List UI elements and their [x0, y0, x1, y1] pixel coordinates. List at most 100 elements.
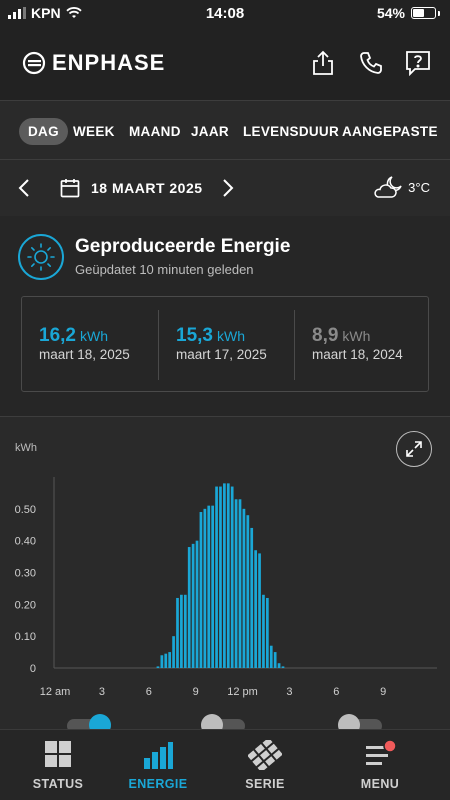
chart-bar — [168, 652, 172, 668]
energy-summary-panel: Geproduceerde Energie Geüpdatet 10 minut… — [0, 216, 450, 416]
chart-bar — [180, 594, 183, 668]
chart-bar — [254, 550, 257, 668]
calendar-icon[interactable] — [60, 178, 80, 198]
chart-bar — [269, 645, 273, 668]
chevron-left-icon — [18, 179, 29, 197]
nav-status[interactable]: STATUS — [2, 730, 114, 800]
nav-label: STATUS — [32, 777, 84, 791]
stat-date: maart 17, 2025 — [176, 347, 267, 362]
selected-date[interactable]: 18 MAART 2025 — [91, 180, 203, 196]
stat-unit: kWh — [79, 328, 108, 344]
status-bar: KPN 14:08 54% — [0, 0, 450, 26]
chart-bar — [246, 515, 250, 668]
enphase-logo: ENPHASE — [22, 50, 165, 76]
x-tick-label: 6 — [333, 686, 339, 698]
chart-bar — [230, 486, 234, 668]
menu-icon — [366, 740, 397, 765]
x-tick-label: 6 — [146, 686, 152, 698]
bar-chart-icon — [144, 742, 173, 769]
help-icon[interactable] — [403, 48, 433, 78]
chart-bar — [262, 594, 265, 668]
panel-title: Geproduceerde Energie — [75, 236, 291, 257]
stat-date: maart 18, 2024 — [312, 347, 403, 362]
stat-value: 8,9 kWh — [312, 325, 370, 347]
chart-bar — [211, 505, 215, 668]
chart-bar — [172, 636, 175, 668]
chart-bar — [195, 540, 199, 668]
tab-week[interactable]: WEEK — [73, 118, 115, 145]
y-axis-label: kWh — [15, 442, 37, 454]
panel-subtitle: Geüpdatet 10 minuten geleden — [75, 262, 254, 277]
nav-serie[interactable]: SERIE — [209, 730, 321, 800]
stat-unit: kWh — [342, 328, 371, 344]
nav-label: SERIE — [245, 777, 285, 791]
battery-fill — [413, 9, 424, 17]
nav-label: MENU — [360, 777, 400, 791]
tab-aangepaste[interactable]: AANGEPASTE — [342, 118, 438, 145]
nav-label: ENERGIE — [128, 777, 188, 791]
chart-bar — [273, 652, 277, 668]
chart-bar — [187, 547, 191, 668]
battery-icon — [411, 7, 436, 19]
stat-value: 16,2 kWh — [39, 325, 108, 347]
tab-levensduur[interactable]: LEVENSDUUR — [243, 118, 339, 145]
x-tick-label: 9 — [193, 686, 199, 698]
nav-menu[interactable]: MENU — [324, 730, 436, 800]
stat-value: 15,3 kWh — [176, 325, 245, 347]
production-chart: kWh 0 0.10 0.20 0.30 0.40 0.50 12 am 3 6 9 12 pm 3 6 9 — [15, 442, 437, 698]
x-tick-label: 12 pm — [227, 686, 258, 698]
bottom-navigation: STATUS ENERGIE SERIE MENU — [0, 729, 450, 800]
chart-bar — [226, 483, 230, 668]
grid-icon — [45, 741, 71, 767]
chart-bar — [250, 527, 254, 668]
battery-nub — [438, 10, 440, 16]
y-tick-label: 0 — [30, 663, 36, 675]
stat-unit: kWh — [216, 328, 245, 344]
battery-group: 54% — [377, 5, 440, 21]
weather: 3°C — [372, 174, 430, 200]
tab-maand[interactable]: MAAND — [129, 118, 181, 145]
chart-bar — [164, 653, 168, 668]
stat-number: 16,2 — [39, 325, 76, 346]
x-tick-label: 3 — [99, 686, 105, 698]
enphase-logo-icon — [22, 51, 46, 75]
tab-dag[interactable]: DAG — [19, 118, 68, 145]
chart-bar — [238, 499, 242, 668]
chart-bar — [207, 505, 211, 668]
stat-number: 8,9 — [312, 325, 339, 346]
x-tick-label: 3 — [286, 686, 292, 698]
chart-bar — [219, 486, 222, 668]
stat-separator — [294, 310, 295, 380]
share-icon[interactable] — [308, 48, 338, 78]
chart-bar — [183, 594, 187, 668]
brand-name: ENPHASE — [52, 50, 166, 75]
date-navigator: 18 MAART 2025 3°C — [0, 160, 450, 216]
chart-bar — [191, 543, 195, 668]
chevron-right-icon — [223, 179, 234, 197]
chart-bar — [258, 553, 261, 668]
previous-day-button[interactable] — [14, 176, 34, 200]
nav-energie[interactable]: ENERGIE — [102, 730, 214, 800]
chart-bar — [223, 483, 226, 668]
chart-bar — [277, 663, 281, 668]
partly-cloudy-night-icon — [374, 176, 402, 198]
chart-bar — [215, 486, 218, 668]
battery-percent: 54% — [376, 5, 405, 21]
chart-bar — [203, 508, 207, 668]
phone-icon[interactable] — [356, 48, 386, 78]
stats-box: 16,2 kWh maart 18, 2025 15,3 kWh maart 17,… — [21, 296, 429, 392]
chart-bar — [242, 508, 246, 668]
solar-panel-icon — [248, 740, 282, 770]
chart-bar — [281, 666, 285, 668]
temperature: 3°C — [408, 179, 430, 195]
next-day-button[interactable] — [218, 176, 238, 200]
chart-bar — [176, 597, 179, 668]
chart-bar — [199, 512, 203, 668]
chart-bar — [234, 499, 238, 668]
y-tick-label: 0.20 — [15, 599, 36, 611]
tab-jaar[interactable]: JAAR — [191, 118, 229, 145]
chart-area: kWh 0 0.10 0.20 0.30 0.40 0.50 12 am 3 6 9 12 pm 3 6 9 — [0, 417, 450, 736]
chart-bar — [156, 666, 160, 668]
y-tick-label: 0.30 — [15, 568, 36, 580]
period-tabs: DAG WEEK MAAND JAAR LEVENSDUUR AANGEPAST… — [0, 101, 450, 159]
